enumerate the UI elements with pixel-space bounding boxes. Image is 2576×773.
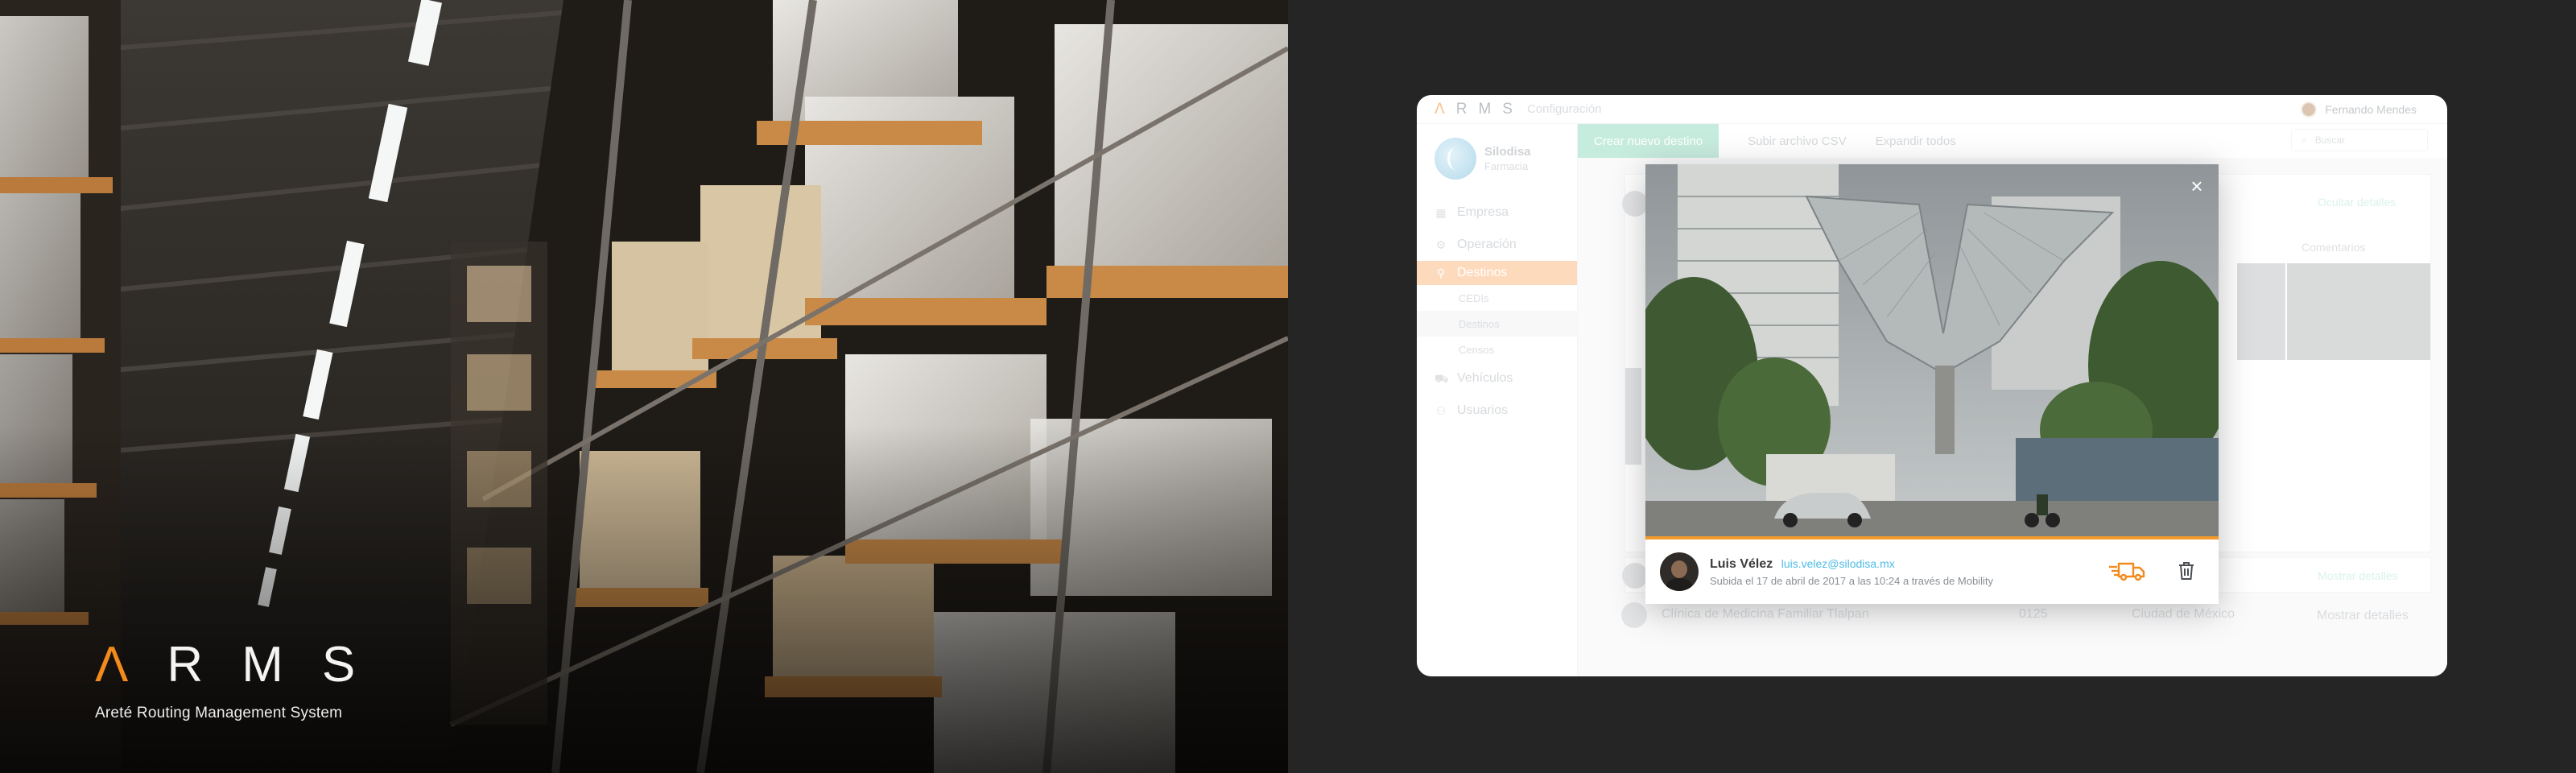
arms-logo: Λ R M S bbox=[95, 636, 357, 693]
logo-letter-r: R bbox=[167, 637, 205, 692]
uploader-info: Luis Vélez luis.velez@silodisa.mx Subida… bbox=[1710, 557, 1993, 587]
photo-modal: × Luis Vélez luis.velez@silodisa.mx Subi… bbox=[1645, 164, 2219, 604]
logo-letter-s: S bbox=[321, 637, 357, 692]
uploader-avatar bbox=[1660, 552, 1699, 591]
hero-panel: Λ R M S Areté Routing Management System bbox=[0, 0, 1288, 773]
hero-tagline: Areté Routing Management System bbox=[95, 705, 343, 721]
uploader-email-link[interactable]: luis.velez@silodisa.mx bbox=[1781, 557, 1895, 570]
uploader-name: Luis Vélez bbox=[1710, 556, 1773, 571]
delete-icon[interactable] bbox=[2178, 561, 2194, 581]
building-photo-image bbox=[1645, 164, 2219, 539]
building-photo: × bbox=[1645, 164, 2219, 539]
mobility-truck-icon[interactable] bbox=[2107, 560, 2146, 581]
hero-brand: Λ R M S Areté Routing Management System bbox=[95, 636, 357, 722]
close-icon[interactable]: × bbox=[2186, 176, 2207, 196]
logo-letter-m: M bbox=[242, 637, 285, 692]
photo-info: Luis Vélez luis.velez@silodisa.mx Subida… bbox=[1645, 539, 2219, 604]
photo-actions bbox=[2107, 560, 2194, 581]
uploader-line: Luis Vélez luis.velez@silodisa.mx bbox=[1710, 557, 1993, 572]
app-window: Λ R M S Configuración Fernando Mendes Si… bbox=[1417, 95, 2447, 676]
logo-letter-a: Λ bbox=[95, 637, 130, 692]
upload-meta: Subida el 17 de abril de 2017 a las 10:2… bbox=[1710, 574, 1993, 587]
